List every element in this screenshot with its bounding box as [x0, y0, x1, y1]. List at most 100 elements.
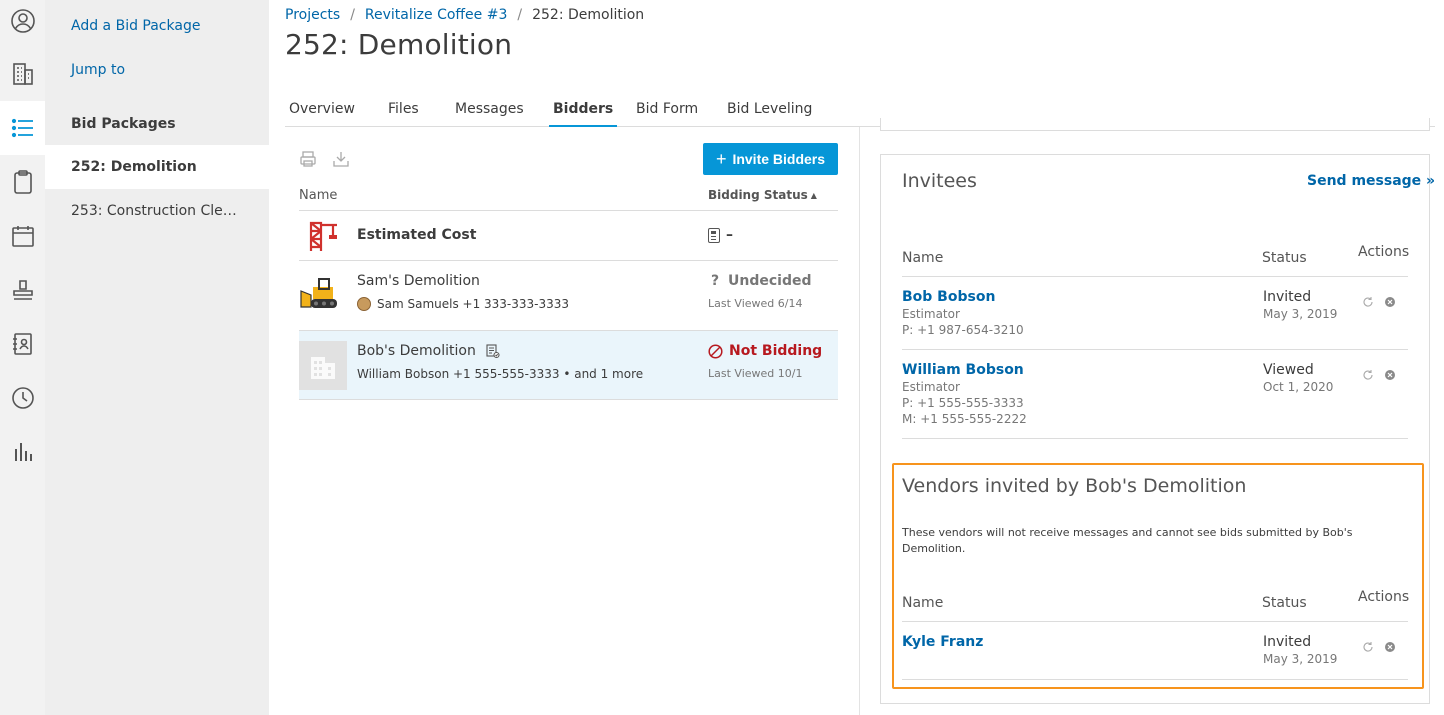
clipboard-icon[interactable]	[0, 155, 45, 209]
vendor-name[interactable]: Kyle Franz	[902, 634, 983, 650]
breadcrumb-projects[interactable]: Projects	[285, 7, 340, 23]
address-book-icon[interactable]	[0, 317, 45, 371]
invitees-col-status: Status	[1262, 250, 1307, 266]
calendar-icon[interactable]	[0, 209, 45, 263]
bidder-contact: William Bobson +1 555-555-3333 • and 1 m…	[357, 367, 644, 381]
bidder-contact: Sam Samuels +1 333-333-3333	[357, 297, 569, 311]
plus-icon: +	[715, 149, 727, 169]
print-icon[interactable]	[299, 150, 317, 168]
bidder-name[interactable]: Bob's Demolition	[357, 343, 476, 359]
clock-icon[interactable]	[0, 371, 45, 425]
invitee-date: May 3, 2019	[1263, 307, 1338, 321]
stamp-icon[interactable]	[0, 263, 45, 317]
bidding-status-text: Undecided	[728, 273, 812, 289]
vendors-col-name: Name	[902, 595, 944, 611]
page-title: 252: Demolition	[285, 28, 513, 61]
breadcrumb-current: 252: Demolition	[532, 7, 645, 23]
vendor-status: Invited	[1263, 634, 1312, 650]
invitees-col-name: Name	[902, 250, 944, 266]
download-icon[interactable]	[332, 150, 350, 168]
invitee-mobile: M: +1 555-555-2222	[902, 412, 1027, 426]
estimated-cost-value: –	[708, 227, 733, 243]
tab-overview[interactable]: Overview	[289, 101, 355, 127]
building-icon[interactable]	[0, 47, 45, 101]
avatar	[357, 297, 371, 311]
vendors-col-status: Status	[1262, 595, 1307, 611]
tab-bidders[interactable]: Bidders	[549, 101, 618, 127]
divider	[902, 276, 1408, 277]
vendor-date: May 3, 2019	[1263, 652, 1338, 666]
tab-bid-leveling[interactable]: Bid Leveling	[727, 101, 812, 127]
bidder-row-sams-demolition[interactable]: Sam's Demolition Sam Samuels +1 333-333-…	[299, 261, 838, 330]
jump-to-link[interactable]: Jump to	[71, 62, 125, 78]
divider	[902, 621, 1408, 622]
estimated-cost-amount: –	[726, 227, 733, 243]
remove-icon[interactable]	[1384, 366, 1396, 380]
tab-files[interactable]: Files	[388, 101, 419, 127]
sidebar-item-253-construction-cleaning[interactable]: 253: Construction Cleaning	[45, 189, 269, 233]
bidding-status-label: Bidding Status	[708, 188, 808, 202]
sidebar-item-252-demolition[interactable]: 252: Demolition	[45, 145, 269, 189]
invitees-col-actions: Actions	[1358, 244, 1410, 260]
invitee-role: Estimator	[902, 380, 960, 394]
breadcrumb: Projects / Revitalize Coffee #3 / 252: D…	[285, 7, 644, 23]
invitee-status: Viewed	[1263, 362, 1314, 378]
tab-messages[interactable]: Messages	[455, 101, 524, 127]
remove-icon[interactable]	[1384, 293, 1396, 307]
no-entry-icon	[708, 343, 723, 359]
column-header-bidding-status[interactable]: Bidding Status ▲	[708, 188, 817, 202]
icon-rail	[0, 0, 45, 715]
vendors-col-actions: Actions	[1358, 589, 1410, 605]
crane-icon	[305, 219, 339, 253]
bid-document-icon[interactable]	[486, 343, 500, 359]
invitee-phone: P: +1 987-654-3210	[902, 323, 1024, 337]
column-divider	[859, 127, 860, 715]
invitee-role: Estimator	[902, 307, 960, 321]
send-message-link[interactable]: Send message »	[1307, 173, 1435, 189]
bidder-row-bobs-demolition[interactable]: Bob's Demolition William Bobson +1 555-5…	[299, 331, 838, 399]
estimated-cost-row: Estimated Cost –	[299, 211, 838, 261]
add-bid-package-link[interactable]: Add a Bid Package	[71, 18, 200, 34]
invitee-date: Oct 1, 2020	[1263, 380, 1334, 394]
divider	[299, 399, 838, 400]
question-icon: ?	[710, 273, 720, 289]
bidding-status: Not Bidding	[708, 343, 822, 359]
vendors-title: Vendors invited by Bob's Demolition	[902, 475, 1247, 497]
invite-bidders-button[interactable]: + Invite Bidders	[703, 143, 838, 175]
list-icon[interactable]	[0, 101, 45, 155]
breadcrumb-project[interactable]: Revitalize Coffee #3	[365, 7, 507, 23]
bidding-status: ? Undecided	[708, 273, 812, 289]
bulldozer-logo	[299, 275, 347, 315]
divider	[902, 438, 1408, 439]
resend-icon[interactable]	[1362, 638, 1374, 652]
remove-icon[interactable]	[1384, 638, 1396, 652]
previous-panel-edge	[880, 118, 1430, 131]
invitee-name[interactable]: William Bobson	[902, 362, 1024, 378]
invite-bidders-label: Invite Bidders	[732, 151, 826, 167]
last-viewed: Last Viewed 10/1	[708, 367, 803, 380]
bar-chart-icon[interactable]	[0, 425, 45, 479]
building-placeholder-icon	[299, 341, 347, 390]
bidding-status-text: Not Bidding	[729, 343, 823, 359]
sort-up-icon: ▲	[810, 190, 817, 200]
bidder-name-wrap: Bob's Demolition	[357, 343, 500, 359]
breadcrumb-separator: /	[350, 7, 355, 23]
divider	[902, 679, 1408, 680]
bid-packages-heading: Bid Packages	[71, 116, 176, 132]
resend-icon[interactable]	[1362, 293, 1374, 307]
tab-bid-form[interactable]: Bid Form	[636, 101, 698, 127]
breadcrumb-separator: /	[517, 7, 523, 23]
bid-package-sidebar: Add a Bid Package Jump to Bid Packages 2…	[45, 0, 269, 715]
bidder-contact-text: Sam Samuels +1 333-333-3333	[377, 297, 570, 311]
resend-icon[interactable]	[1362, 366, 1374, 380]
invitees-title: Invitees	[902, 170, 977, 192]
divider	[902, 349, 1408, 350]
calculator-icon	[708, 227, 720, 243]
estimated-cost-label: Estimated Cost	[357, 227, 477, 243]
user-circle-icon[interactable]	[0, 0, 45, 48]
invitee-name[interactable]: Bob Bobson	[902, 289, 995, 305]
column-header-name[interactable]: Name	[299, 188, 337, 203]
bidder-name[interactable]: Sam's Demolition	[357, 273, 480, 289]
invitee-status: Invited	[1263, 289, 1312, 305]
last-viewed: Last Viewed 6/14	[708, 297, 803, 310]
